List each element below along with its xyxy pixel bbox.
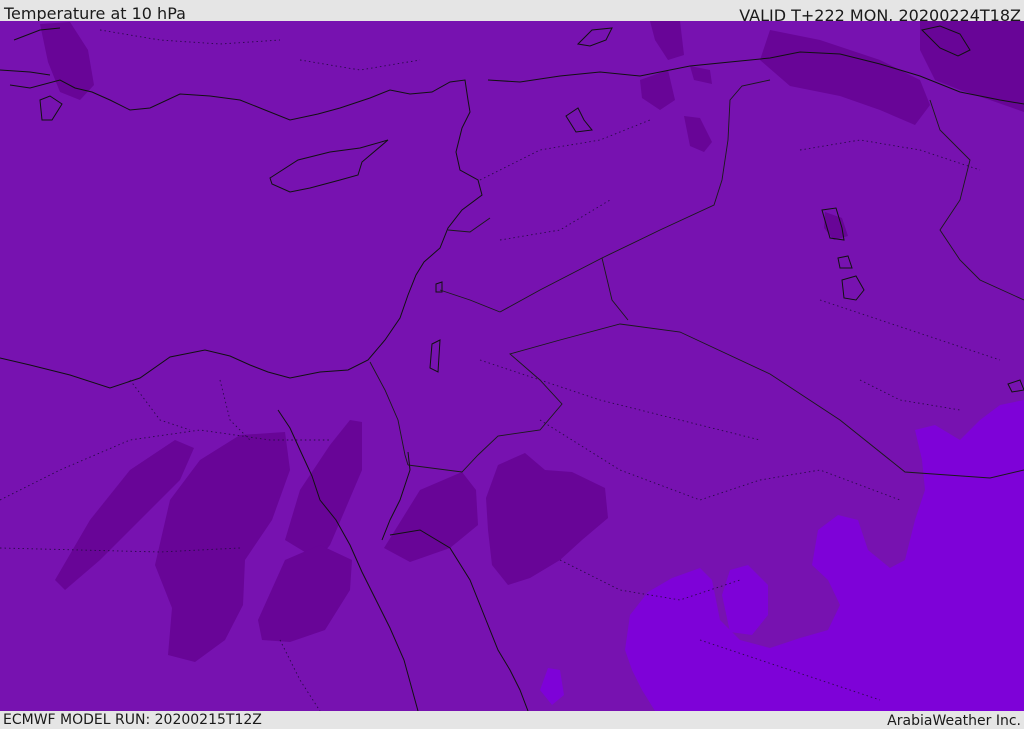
temperature-map bbox=[0, 21, 1024, 711]
map-page: Temperature at 10 hPa VALID T+222 MON. 2… bbox=[0, 0, 1024, 729]
credit-text: ArabiaWeather Inc. bbox=[887, 713, 1021, 729]
model-run: ECMWF MODEL RUN: 20200215T12Z bbox=[3, 712, 262, 728]
